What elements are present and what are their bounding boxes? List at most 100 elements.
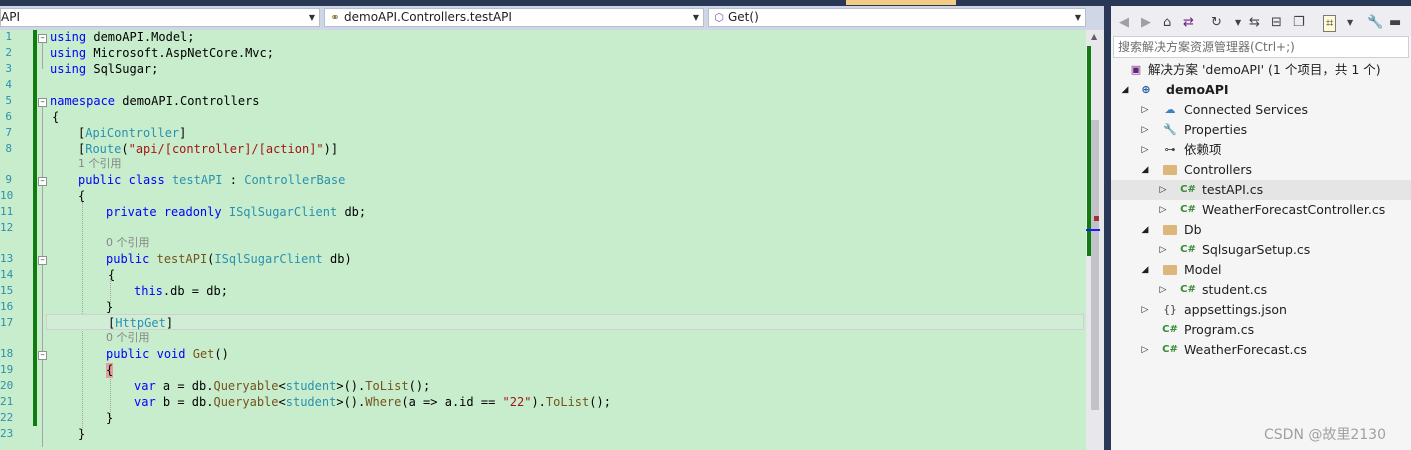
collapsed-arrow-icon[interactable]: ▷ xyxy=(1139,100,1151,120)
line-number: 11 xyxy=(0,205,14,218)
line-number: 5 xyxy=(5,94,12,107)
switch-view-icon[interactable]: ⇄ xyxy=(1183,15,1194,30)
line-number: 16 xyxy=(0,300,14,313)
show-all-files-icon[interactable]: ❐ xyxy=(1293,15,1305,30)
tree-item-project[interactable]: ◢ ⊕ demoAPI xyxy=(1111,80,1411,100)
collapse-icon[interactable]: − xyxy=(38,256,47,265)
collapsed-arrow-icon[interactable]: ▷ xyxy=(1157,280,1169,300)
tree-item-dependencies[interactable]: ▷ ⊶ 依赖项 xyxy=(1111,140,1411,160)
code-editor[interactable]: 1 2 3 4 5 6 7 8 9 10 11 12 13 14 15 16 1… xyxy=(0,30,1086,450)
collapse-icon[interactable]: − xyxy=(38,351,47,360)
member-combo-label: Get() xyxy=(728,10,759,24)
expanded-arrow-icon[interactable]: ◢ xyxy=(1119,80,1131,100)
csharp-file-icon: C# xyxy=(1180,204,1196,215)
sync-icon[interactable]: ⇆ xyxy=(1249,15,1260,30)
collapsed-arrow-icon[interactable]: ▷ xyxy=(1157,200,1169,220)
solution-search-input[interactable]: 搜索解决方案资源管理器(Ctrl+;) xyxy=(1113,36,1409,58)
chevron-down-icon: ▼ xyxy=(1074,13,1081,22)
code-line-19: { xyxy=(106,363,114,378)
line-number: 14 xyxy=(0,268,14,281)
line-number: 23 xyxy=(0,427,14,440)
json-file-icon: {} xyxy=(1163,303,1177,316)
collapse-all-icon[interactable]: ⊟ xyxy=(1271,15,1282,30)
tree-item-label: Db xyxy=(1184,222,1202,237)
collapsed-arrow-icon[interactable]: ▷ xyxy=(1157,180,1169,200)
line-number: 12 xyxy=(0,221,14,234)
expanded-arrow-icon[interactable]: ◢ xyxy=(1139,220,1151,240)
line-number: 9 xyxy=(5,173,12,186)
tree-item-file-student[interactable]: ▷ C# student.cs xyxy=(1111,280,1411,300)
preview-selected-icon[interactable]: ⌗ xyxy=(1323,15,1337,32)
tree-item-connected-services[interactable]: ▷ ☁ Connected Services xyxy=(1111,100,1411,120)
panel-splitter[interactable] xyxy=(1104,0,1111,450)
csharp-file-icon: C# xyxy=(1180,284,1196,295)
folder-icon xyxy=(1161,160,1179,182)
method-icon: ⬡ xyxy=(714,11,724,24)
collapsed-arrow-icon[interactable]: ▷ xyxy=(1157,240,1169,260)
tree-item-label: appsettings.json xyxy=(1184,302,1287,317)
tree-item-properties[interactable]: ▷ 🔧 Properties xyxy=(1111,120,1411,140)
chevron-down-icon: ▼ xyxy=(308,13,315,22)
tree-item-label: Model xyxy=(1184,262,1222,277)
navigation-bar: API ▼ ⚭ demoAPI.Controllers.testAPI ▼ ⬡ Ge… xyxy=(0,6,1110,30)
line-number: 1 xyxy=(5,30,12,43)
folder-icon xyxy=(1161,260,1179,282)
tree-item-folder-controllers[interactable]: ◢ Controllers xyxy=(1111,160,1411,180)
home-icon[interactable]: ⌂ xyxy=(1163,15,1171,30)
collapse-icon[interactable]: − xyxy=(38,177,47,186)
csharp-file-icon: C# xyxy=(1180,184,1196,195)
class-combo[interactable]: ⚭ demoAPI.Controllers.testAPI ▼ xyxy=(324,8,704,27)
line-number: 21 xyxy=(0,395,14,408)
code-line-23: } xyxy=(78,427,86,441)
collapsed-arrow-icon[interactable]: ▷ xyxy=(1139,300,1151,320)
codelens-references[interactable]: 0 个引用 xyxy=(106,331,150,344)
scroll-up-icon[interactable]: ▲ xyxy=(1091,32,1097,41)
connected-services-icon: ☁ xyxy=(1164,103,1176,116)
history-icon[interactable]: ↻ xyxy=(1211,15,1222,30)
project-combo-label: API xyxy=(1,10,20,24)
expanded-arrow-icon[interactable]: ◢ xyxy=(1139,260,1151,280)
editor-scrollbar[interactable]: ▲ xyxy=(1086,30,1104,450)
line-number: 4 xyxy=(5,78,12,91)
chevron-down-icon[interactable]: ▼ xyxy=(1347,18,1353,27)
tree-item-file-testapi[interactable]: ▷ C# testAPI.cs xyxy=(1111,180,1411,200)
wrench-icon[interactable]: 🔧 xyxy=(1367,15,1383,30)
collapsed-arrow-icon[interactable]: ▷ xyxy=(1139,120,1151,140)
scrollbar-breakpoint-marker xyxy=(1094,216,1099,221)
csharp-project-icon: ⊕ xyxy=(1141,83,1151,96)
back-icon[interactable]: ◀ xyxy=(1119,15,1129,30)
code-line-11: private readonly ISqlSugarClient db; xyxy=(106,205,367,219)
code-line-6: { xyxy=(52,110,60,124)
tree-item-folder-model[interactable]: ◢ Model xyxy=(1111,260,1411,280)
codelens-references[interactable]: 1 个引用 xyxy=(78,157,122,170)
chevron-down-icon[interactable]: ▼ xyxy=(1235,18,1241,27)
member-combo[interactable]: ⬡ Get() ▼ xyxy=(708,8,1086,27)
collapse-icon[interactable]: − xyxy=(38,98,47,107)
forward-icon[interactable]: ▶ xyxy=(1141,15,1151,30)
tree-item-file-weatherforecast[interactable]: ▷ C# WeatherForecast.cs xyxy=(1111,340,1411,360)
project-combo[interactable]: API ▼ xyxy=(0,8,320,27)
code-line-3: using SqlSugar; xyxy=(50,62,159,76)
expanded-arrow-icon[interactable]: ◢ xyxy=(1139,160,1151,180)
csharp-file-icon: C# xyxy=(1180,244,1196,255)
tree-item-file-appsettings[interactable]: ▷ {} appsettings.json xyxy=(1111,300,1411,320)
tree-item-file-weatherforecastcontroller[interactable]: ▷ C# WeatherForecastController.cs xyxy=(1111,200,1411,220)
line-number: 15 xyxy=(0,284,14,297)
collapsed-arrow-icon[interactable]: ▷ xyxy=(1139,140,1151,160)
tree-item-file-program[interactable]: C# Program.cs xyxy=(1111,320,1411,340)
tree-item-solution[interactable]: ▣ 解决方案 'demoAPI' (1 个项目，共 1 个) xyxy=(1111,60,1411,80)
tree-item-file-sqlsugarsetup[interactable]: ▷ C# SqlsugarSetup.cs xyxy=(1111,240,1411,260)
code-line-14: { xyxy=(108,268,116,282)
properties-icon: 🔧 xyxy=(1163,123,1177,136)
scrollbar-thumb[interactable] xyxy=(1091,120,1099,410)
tree-item-label: demoAPI xyxy=(1166,82,1229,97)
line-number: 7 xyxy=(5,126,12,139)
tree-item-folder-db[interactable]: ◢ Db xyxy=(1111,220,1411,240)
collapse-icon[interactable]: − xyxy=(38,34,47,43)
tree-item-label: 依赖项 xyxy=(1184,142,1222,157)
pin-icon[interactable]: ▬ xyxy=(1389,15,1401,30)
outline-line xyxy=(42,107,43,447)
code-line-1: using demoAPI.Model; xyxy=(50,30,195,44)
codelens-references[interactable]: 0 个引用 xyxy=(106,236,150,249)
collapsed-arrow-icon[interactable]: ▷ xyxy=(1139,340,1151,360)
